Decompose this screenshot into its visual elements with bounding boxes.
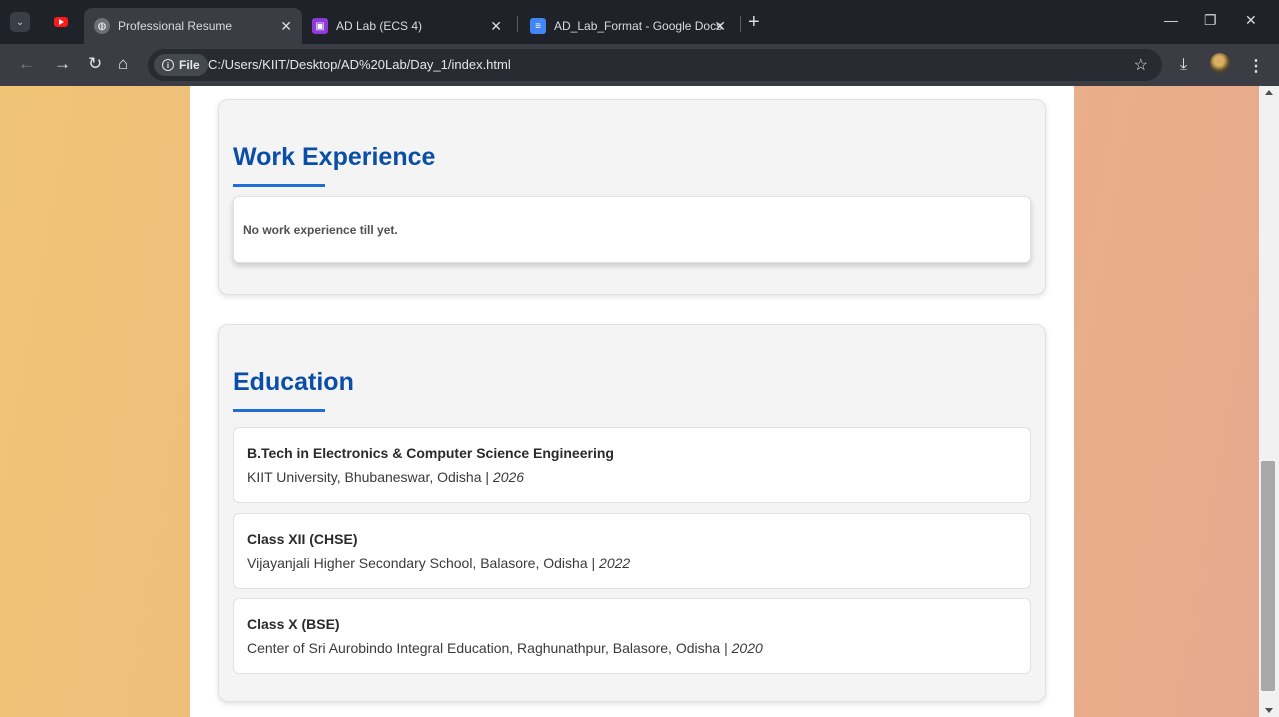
docs-icon: ≡ xyxy=(530,18,546,34)
kebab-menu-icon[interactable]: ⋮ xyxy=(1248,56,1264,76)
minimize-icon[interactable]: — xyxy=(1164,12,1178,28)
address-bar[interactable]: i File C:/Users/KIIT/Desktop/AD%20Lab/Da… xyxy=(148,49,1162,81)
separator: | xyxy=(481,469,493,485)
youtube-pinned-tab-icon[interactable] xyxy=(54,17,68,27)
reload-icon[interactable]: ↻ xyxy=(88,54,102,74)
scroll-up-arrow-icon[interactable] xyxy=(1265,90,1273,95)
close-tab-icon[interactable]: ✕ xyxy=(280,18,292,35)
tab-google-docs[interactable]: ≡ AD_Lab_Format - Google Docs ✕ xyxy=(522,8,736,44)
globe-icon: ◍ xyxy=(94,18,110,34)
classroom-icon: ▣ xyxy=(312,18,328,34)
file-label: File xyxy=(179,58,200,72)
experience-card: No work experience till yet. xyxy=(233,196,1031,263)
tab-professional-resume[interactable]: ◍ Professional Resume ✕ xyxy=(84,8,302,44)
page-viewport: Work Experience No work experience till … xyxy=(0,86,1259,717)
no-experience-text: No work experience till yet. xyxy=(243,223,398,237)
graduation-year: 2022 xyxy=(599,555,631,571)
graduation-year: 2020 xyxy=(731,640,763,656)
degree-title: Class XII (CHSE) xyxy=(247,531,358,547)
institution-name: Center of Sri Aurobindo Integral Educati… xyxy=(247,640,721,656)
separator: | xyxy=(587,555,600,571)
browser-toolbar: ← → ↻ ⌂ i File C:/Users/KIIT/Desktop/AD%… xyxy=(0,44,1279,86)
degree-title: Class X (BSE) xyxy=(247,616,340,632)
close-tab-icon[interactable]: ✕ xyxy=(490,18,502,35)
tab-separator xyxy=(517,16,518,32)
tab-strip: ⌄ ◍ Professional Resume ✕ ▣ AD Lab (ECS … xyxy=(0,0,1279,44)
scroll-down-arrow-icon[interactable] xyxy=(1265,708,1273,713)
resume-container: Work Experience No work experience till … xyxy=(190,86,1074,717)
education-item: B.Tech in Electronics & Computer Science… xyxy=(233,427,1031,503)
section-heading: Work Experience xyxy=(233,143,436,171)
section-heading: Education xyxy=(233,368,354,396)
info-icon: i xyxy=(162,59,174,71)
education-section: Education B.Tech in Electronics & Comput… xyxy=(218,324,1046,702)
page-scrollbar[interactable] xyxy=(1259,86,1279,717)
tab-title: AD Lab (ECS 4) xyxy=(336,19,423,33)
tab-search-button[interactable]: ⌄ xyxy=(10,12,30,32)
tab-ad-lab[interactable]: ▣ AD Lab (ECS 4) ✕ xyxy=(304,8,512,44)
home-icon[interactable]: ⌂ xyxy=(118,54,128,74)
close-tab-icon[interactable]: ✕ xyxy=(714,18,726,35)
new-tab-button[interactable]: + xyxy=(748,12,760,32)
institution-line: Center of Sri Aurobindo Integral Educati… xyxy=(247,640,763,656)
tab-title: Professional Resume xyxy=(118,19,233,33)
tab-title: AD_Lab_Format - Google Docs xyxy=(554,19,723,33)
tab-separator xyxy=(740,16,741,32)
heading-underline xyxy=(233,184,325,187)
scrollbar-thumb[interactable] xyxy=(1261,461,1275,691)
forward-icon[interactable]: → xyxy=(54,54,71,74)
separator: | xyxy=(720,640,732,656)
degree-title: B.Tech in Electronics & Computer Science… xyxy=(247,445,614,461)
site-info-chip[interactable]: i File xyxy=(154,54,208,76)
heading-underline xyxy=(233,409,325,412)
institution-name: KIIT University, Bhubaneswar, Odisha xyxy=(247,469,482,485)
institution-name: Vijayanjali Higher Secondary School, Bal… xyxy=(247,555,588,571)
restore-icon[interactable]: ❐ xyxy=(1204,12,1217,29)
work-experience-section: Work Experience No work experience till … xyxy=(218,99,1046,295)
education-item: Class X (BSE) Center of Sri Aurobindo In… xyxy=(233,598,1031,674)
close-window-icon[interactable]: ✕ xyxy=(1245,12,1257,29)
profile-avatar[interactable] xyxy=(1210,53,1230,73)
url-text[interactable]: C:/Users/KIIT/Desktop/AD%20Lab/Day_1/ind… xyxy=(208,57,511,72)
back-icon[interactable]: ← xyxy=(18,54,35,74)
institution-line: Vijayanjali Higher Secondary School, Bal… xyxy=(247,555,630,571)
download-icon[interactable]: ⤓ xyxy=(1180,56,1187,74)
graduation-year: 2026 xyxy=(492,469,525,485)
institution-line: KIIT University, Bhubaneswar, Odisha | 2… xyxy=(247,469,524,485)
bookmark-star-icon[interactable]: ☆ xyxy=(1134,55,1148,75)
education-item: Class XII (CHSE) Vijayanjali Higher Seco… xyxy=(233,513,1031,589)
